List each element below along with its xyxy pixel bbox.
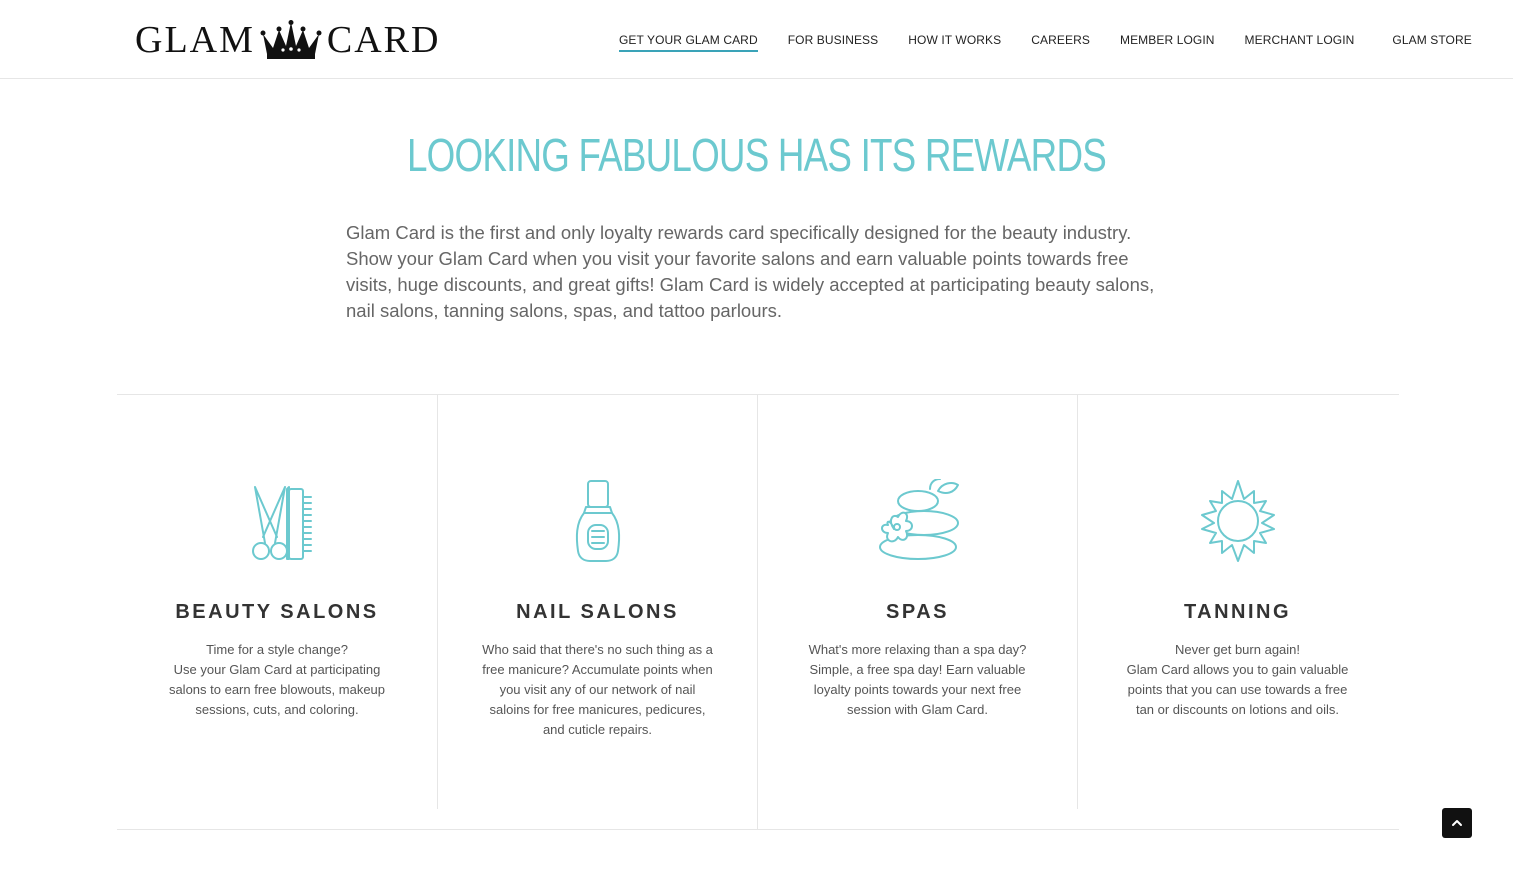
nav-how-it-works[interactable]: HOW IT WORKS [893,0,1016,79]
feature-description: Never get burn again! Glam Card allows y… [1126,642,1349,717]
feature-title: NAIL SALONS [516,601,679,623]
feature-spas: SPAS What's more relaxing than a spa day… [757,395,1077,830]
hero-description: Glam Card is the first and only loyalty … [346,222,1155,321]
nav-merchant-login[interactable]: MERCHANT LOGIN [1230,0,1370,79]
logo-word-right: CARD [326,19,441,61]
logo-word-left: GLAM [135,19,255,61]
nail-polish-icon [575,480,620,562]
scroll-to-top-button[interactable] [1442,808,1472,838]
nav-careers[interactable]: CAREERS [1016,0,1105,79]
features-grid: BEAUTY SALONS Time for a style change? U… [117,394,1399,830]
nav-get-your-glam-card[interactable]: GET YOUR GLAM CARD [604,0,773,79]
site-header: GLAM CARD GET YOUR GLAM CARD FOR BUSINES… [0,0,1513,79]
feature-title: BEAUTY SALONS [175,601,379,623]
scissors-comb-icon [252,486,312,560]
sun-icon [1200,480,1275,562]
spa-stones-icon [878,479,959,560]
chevron-up-icon [1452,820,1462,826]
feature-description: Who said that there's no such thing as a… [482,642,713,737]
nav-glam-store[interactable]: GLAM STORE [1377,0,1486,79]
feature-title: TANNING [1183,601,1292,623]
hero-title: LOOKING FABULOUS HAS ITS REWARDS [407,129,1107,181]
main-nav: GET YOUR GLAM CARD FOR BUSINESS HOW IT W… [604,0,1487,79]
feature-tanning: TANNING Never get burn again! Glam Card … [1077,395,1397,809]
crown-icon [260,20,322,59]
nav-for-business[interactable]: FOR BUSINESS [773,0,894,79]
glam-card-logo[interactable]: GLAM CARD [135,18,440,62]
feature-title: SPAS [886,601,949,623]
feature-description: What's more relaxing than a spa day? Sim… [808,642,1027,717]
feature-beauty-salons: BEAUTY SALONS Time for a style change? U… [117,395,437,809]
feature-nail-salons: NAIL SALONS Who said that there's no suc… [437,395,757,809]
nav-member-login[interactable]: MEMBER LOGIN [1105,0,1230,79]
feature-description: Time for a style change? Use your Glam C… [168,642,386,717]
